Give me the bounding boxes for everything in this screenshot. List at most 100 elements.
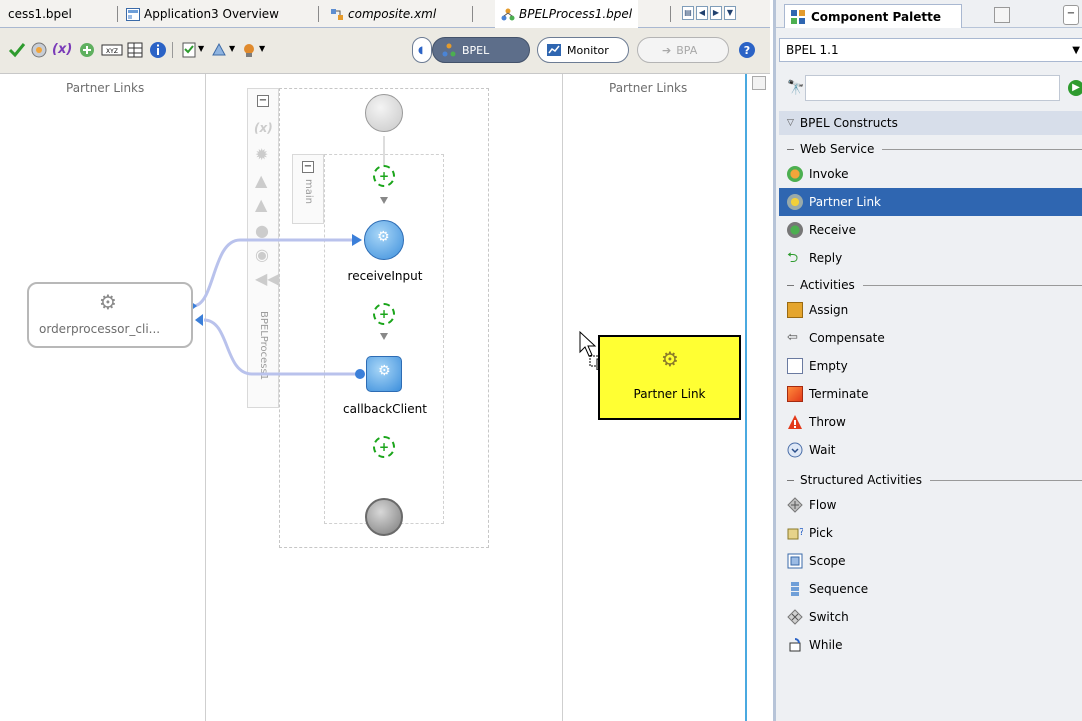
callback-activity-label: callbackClient xyxy=(343,402,427,416)
bpel-view-label: BPEL xyxy=(462,43,490,57)
palette-item-flow[interactable]: Flow xyxy=(779,491,1082,519)
event-handler-icon[interactable]: ▲ xyxy=(255,195,267,214)
tab-bpel-file[interactable]: cess1.bpel xyxy=(8,0,72,28)
add-activity-icon[interactable]: + xyxy=(373,303,395,325)
search-go-icon[interactable]: ▶ xyxy=(1068,80,1082,96)
partner-link-gear-icon: ⚙ xyxy=(661,347,679,371)
help-icon[interactable]: ? xyxy=(738,41,756,59)
svg-text:?: ? xyxy=(744,44,750,57)
palette-title: Component Palette xyxy=(811,9,941,24)
xml-schema-icon[interactable]: XYZ xyxy=(101,41,123,59)
compensation-icon[interactable]: ● xyxy=(255,221,269,240)
palette-item-terminate[interactable]: Terminate xyxy=(779,380,1082,408)
properties-grid-icon[interactable] xyxy=(126,41,144,59)
palette-item-compensate[interactable]: ⇦ Compensate xyxy=(779,324,1082,352)
monitor-view-button[interactable]: Monitor xyxy=(537,37,629,63)
document-list-icon[interactable]: ▤ xyxy=(682,6,694,20)
palette-item-partner-link[interactable]: Partner Link xyxy=(779,188,1082,216)
palette-item-label: Switch xyxy=(809,610,849,624)
palette-item-switch[interactable]: Switch xyxy=(779,603,1082,631)
palette-search-input[interactable] xyxy=(805,75,1060,101)
process-name-label: BPELProcess1 xyxy=(258,311,269,381)
tab-menu-icon[interactable]: ▼ xyxy=(724,6,736,20)
receive-gear-icon: ⚙ xyxy=(377,229,390,245)
collapse-process-icon[interactable]: − xyxy=(257,95,269,107)
variables-icon[interactable]: (x) xyxy=(254,121,273,135)
monitor-config-icon[interactable] xyxy=(240,41,258,59)
gear-icon[interactable]: ✹ xyxy=(255,145,268,164)
palette-item-label: Receive xyxy=(809,223,856,237)
palette-item-empty[interactable]: Empty xyxy=(779,352,1082,380)
minimize-icon[interactable]: − xyxy=(1063,5,1079,25)
dropdown-arrow-icon[interactable]: ▼ xyxy=(229,44,235,53)
scroll-left-icon[interactable]: ◀ xyxy=(696,6,708,20)
fault-handler-icon[interactable]: ▲ xyxy=(255,171,267,190)
palette-item-label: Empty xyxy=(809,359,848,373)
dropdown-arrow-icon[interactable]: ▼ xyxy=(259,44,265,53)
overview-icon xyxy=(126,7,140,21)
palette-item-label: Invoke xyxy=(809,167,849,181)
palette-item-reply[interactable]: ⮌ Reply xyxy=(779,244,1082,272)
bpel-design-canvas[interactable]: Partner Links Partner Links − (x) ✹ ▲ ▲ … xyxy=(0,74,770,721)
palette-item-wait[interactable]: Wait xyxy=(779,436,1082,464)
task-list-icon[interactable] xyxy=(180,41,198,59)
correlation-icon[interactable] xyxy=(78,41,96,59)
partner-link-wizard-icon[interactable] xyxy=(30,41,48,59)
scope-icon xyxy=(787,553,803,569)
group-title: Web Service xyxy=(800,142,875,156)
palette-category-dropdown[interactable]: BPEL 1.1 ▼ xyxy=(779,38,1082,62)
add-activity-icon[interactable]: + xyxy=(373,165,395,187)
tab-component-palette[interactable]: Component Palette xyxy=(784,4,962,28)
info-icon[interactable] xyxy=(149,41,167,59)
palette-item-scope[interactable]: Scope xyxy=(779,547,1082,575)
palette-item-receive[interactable]: Receive xyxy=(779,216,1082,244)
start-node[interactable] xyxy=(365,94,403,132)
palette-item-throw[interactable]: Throw xyxy=(779,408,1082,436)
binoculars-icon: 🔭 xyxy=(787,80,805,96)
group-activities: Activities xyxy=(779,274,1082,296)
palette-item-pick[interactable]: ? Pick xyxy=(779,519,1082,547)
bpa-view-label: BPA xyxy=(676,43,698,57)
callback-activity-node[interactable]: ⚙ xyxy=(366,356,402,392)
tab-composite-xml[interactable]: composite.xml xyxy=(330,0,436,28)
palette-item-label: Compensate xyxy=(809,331,885,345)
compensate-icon: ⇦ xyxy=(787,330,798,345)
receive-icon xyxy=(787,222,803,238)
palette-item-while[interactable]: While xyxy=(779,631,1082,659)
tab-label: BPELProcess1.bpel xyxy=(519,7,633,21)
collapse-scope-icon[interactable]: − xyxy=(302,161,314,173)
svg-text:?: ? xyxy=(799,527,803,538)
chevron-down-icon: ▽ xyxy=(787,118,794,128)
scroll-right-icon[interactable]: ▶ xyxy=(710,6,722,20)
tab-label: cess1.bpel xyxy=(8,7,72,21)
canvas-edge xyxy=(745,74,747,721)
scope-sidebar: − main xyxy=(292,154,324,224)
deploy-icon[interactable] xyxy=(210,41,228,59)
variables-icon[interactable]: (x) xyxy=(52,42,72,57)
bpa-view-button[interactable]: ➔ BPA xyxy=(637,37,729,63)
palette-item-invoke[interactable]: Invoke xyxy=(779,160,1082,188)
end-node[interactable] xyxy=(365,498,403,536)
properties-tab-icon[interactable] xyxy=(994,7,1010,23)
bpel-view-button[interactable]: BPEL xyxy=(432,37,530,63)
tab-bpel-process[interactable]: BPELProcess1.bpel xyxy=(495,0,639,28)
monitor-view-label: Monitor xyxy=(567,43,609,57)
rewind-icon[interactable]: ◀◀ xyxy=(255,269,280,288)
search-toggle-button[interactable]: ◖ xyxy=(412,37,432,63)
correlation-icon[interactable]: ◉ xyxy=(255,245,269,264)
section-title: BPEL Constructs xyxy=(799,116,898,130)
editor-toolbar: (x) XYZ ▼ ▼ ▼ ◖ BPEL Monitor ➔ BPA ? xyxy=(0,28,770,74)
tab-application-overview[interactable]: Application3 Overview xyxy=(126,0,279,28)
validate-check-icon[interactable] xyxy=(8,41,26,59)
partner-link-name: orderprocessor_cli... xyxy=(39,322,161,336)
left-partner-link-node[interactable]: ⚙ orderprocessor_cli... xyxy=(27,282,193,348)
add-activity-icon[interactable]: + xyxy=(373,436,395,458)
switch-icon xyxy=(787,609,803,625)
receive-activity-node[interactable]: ⚙ xyxy=(364,220,404,260)
palette-item-sequence[interactable]: Sequence xyxy=(779,575,1082,603)
dropdown-arrow-icon[interactable]: ▼ xyxy=(198,44,204,53)
partner-lane-divider xyxy=(205,74,206,721)
bpel-constructs-header[interactable]: ▽ BPEL Constructs xyxy=(779,111,1082,135)
canvas-overview-corner[interactable] xyxy=(752,76,766,90)
palette-item-assign[interactable]: Assign xyxy=(779,296,1082,324)
